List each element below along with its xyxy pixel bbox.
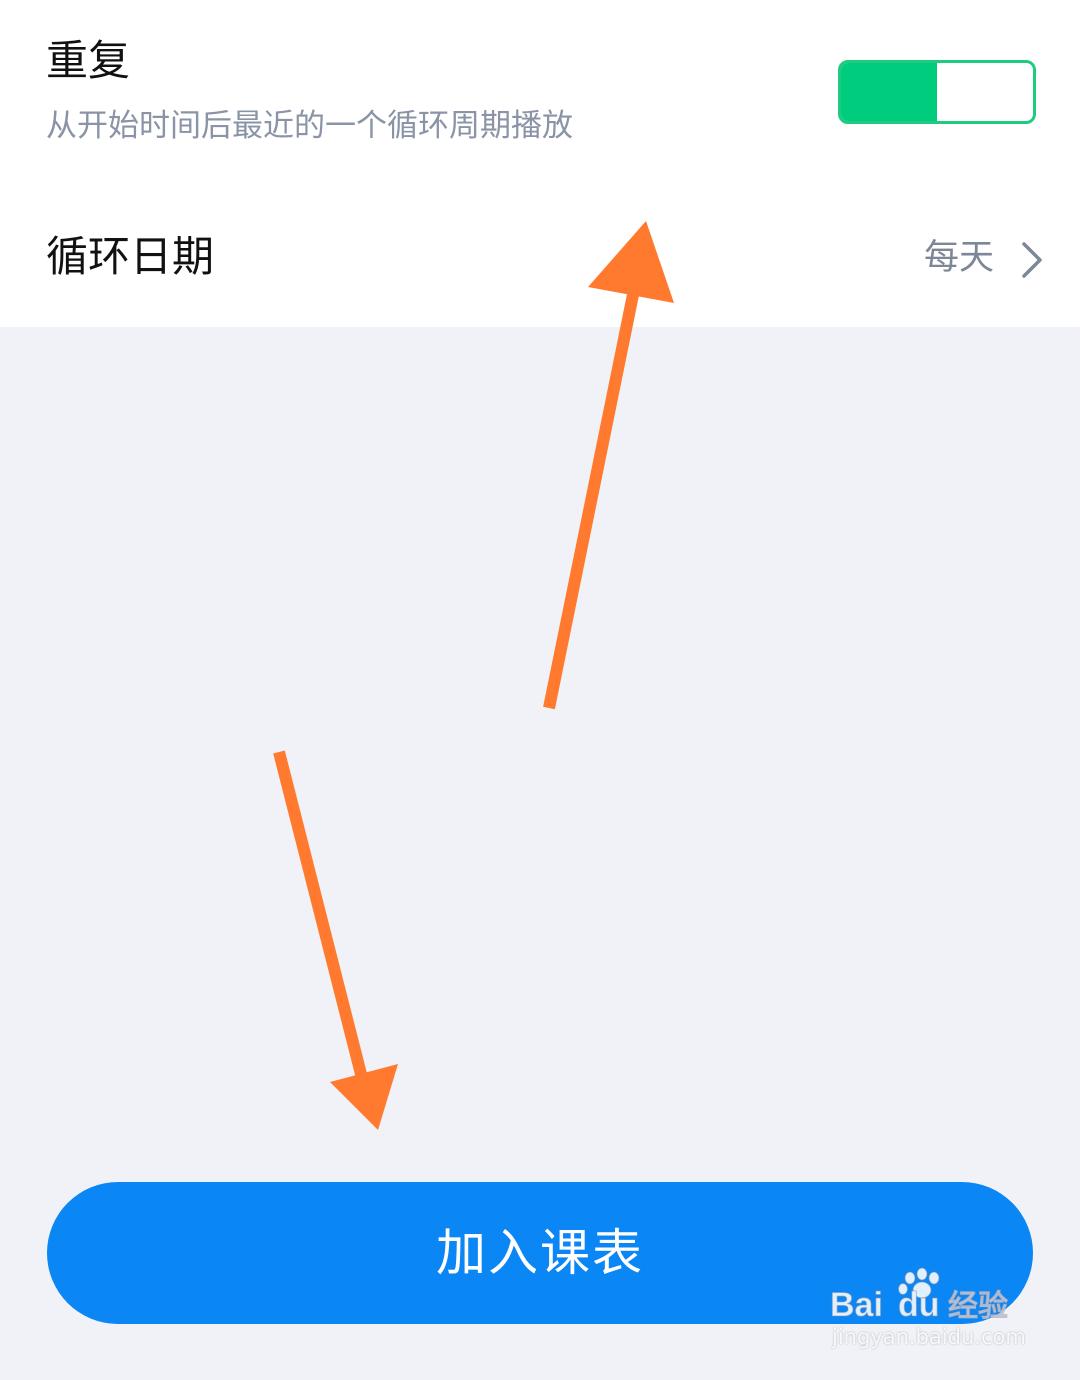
cycle-date-value: 每天 [923,238,994,278]
cycle-date-row[interactable]: 循环日期 每天 [0,200,1080,310]
repeat-description: 从开始时间后最近的一个循环周期播放 [46,108,573,144]
repeat-title: 重复 [46,36,131,85]
settings-card: 重复 从开始时间后最近的一个循环周期播放 循环日期 每天 [0,0,1080,327]
toggle-track-fill [841,63,937,121]
arrow-down-annotation [273,750,398,1130]
cycle-date-label: 循环日期 [46,232,215,281]
watermark-url: jingyan.baidu.com [832,1325,1026,1349]
chevron-right-icon [1022,242,1042,278]
toggle-knob [937,63,1033,121]
add-to-schedule-button[interactable]: 加入课表 [47,1182,1033,1324]
repeat-toggle[interactable] [838,60,1036,124]
